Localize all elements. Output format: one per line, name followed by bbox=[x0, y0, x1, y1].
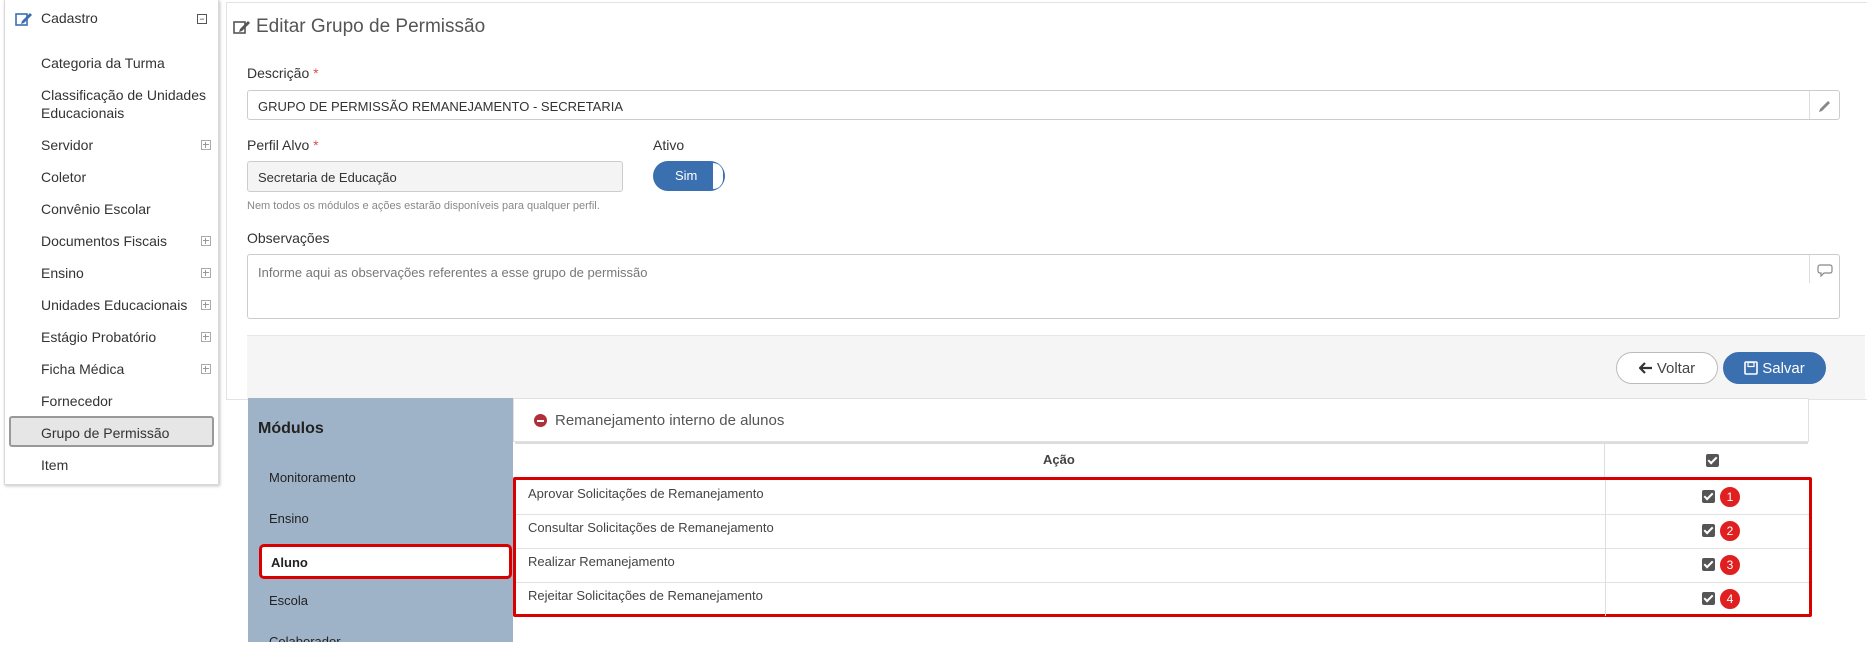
column-header-acao: Ação bbox=[1043, 452, 1075, 467]
step-badge: 1 bbox=[1719, 486, 1741, 508]
sidebar-item-grupo-de-permissao[interactable]: Grupo de Permissão bbox=[41, 424, 169, 442]
permission-section-title: Remanejamento interno de alunos bbox=[555, 412, 785, 429]
step-badge: 4 bbox=[1719, 588, 1741, 610]
required-mark: * bbox=[313, 137, 319, 153]
descricao-label-text: Descrição bbox=[247, 65, 310, 81]
column-divider bbox=[1605, 548, 1606, 582]
ativo-label: Ativo bbox=[653, 137, 685, 153]
permission-section-header[interactable]: Remanejamento interno de alunos bbox=[513, 398, 1809, 442]
permission-rows-highlight: Aprovar Solicitações de Remanejamento 1 … bbox=[513, 477, 1812, 617]
save-icon bbox=[1744, 361, 1759, 375]
module-item-monitoramento[interactable]: Monitoramento bbox=[269, 470, 356, 485]
sidebar-item-classificacao-unidades[interactable]: Classificação de Unidades Educacionais bbox=[41, 86, 211, 122]
sidebar-item-ensino[interactable]: Ensino bbox=[41, 264, 84, 282]
ativo-toggle-label: Sim bbox=[675, 168, 698, 183]
ativo-toggle[interactable]: Sim bbox=[653, 161, 725, 191]
perfil-alvo-value: Secretaria de Educação bbox=[258, 170, 397, 185]
voltar-label: Voltar bbox=[1656, 359, 1696, 377]
sidebar-item-unidades-educacionais[interactable]: Unidades Educacionais bbox=[41, 296, 187, 314]
perfil-alvo-label: Perfil Alvo * bbox=[247, 137, 319, 153]
minus-circle-icon[interactable] bbox=[534, 414, 547, 427]
required-mark: * bbox=[313, 65, 319, 81]
salvar-label: Salvar bbox=[1762, 359, 1805, 377]
sidebar-item-servidor[interactable]: Servidor bbox=[41, 136, 93, 154]
collapse-icon[interactable]: − bbox=[197, 14, 207, 24]
column-divider bbox=[1605, 514, 1606, 548]
voltar-button[interactable]: Voltar bbox=[1616, 352, 1718, 384]
row-checkbox[interactable] bbox=[1702, 558, 1715, 571]
descricao-value: GRUPO DE PERMISSÃO REMANEJAMENTO - SECRE… bbox=[258, 99, 624, 114]
sidebar-item-convenio-escolar[interactable]: Convênio Escolar bbox=[41, 200, 151, 218]
select-all-checkbox[interactable] bbox=[1706, 454, 1719, 467]
expand-icon[interactable] bbox=[201, 300, 211, 310]
column-divider bbox=[1604, 444, 1605, 478]
sidebar-item-item[interactable]: Item bbox=[41, 456, 68, 474]
sidebar-item-documentos-fiscais[interactable]: Documentos Fiscais bbox=[41, 232, 167, 250]
sidebar-item-fornecedor[interactable]: Fornecedor bbox=[41, 392, 113, 410]
edit-icon bbox=[15, 13, 32, 26]
sidebar-item-coletor[interactable]: Coletor bbox=[41, 168, 86, 186]
toggle-knob bbox=[713, 163, 723, 189]
page-title-text: Editar Grupo de Permissão bbox=[256, 16, 486, 37]
sidebar: Cadastro − Categoria da Turma Classifica… bbox=[4, 0, 219, 485]
salvar-button[interactable]: Salvar bbox=[1723, 352, 1826, 384]
table-row: Consultar Solicitações de Remanejamento … bbox=[516, 514, 1809, 549]
perfil-alvo-field[interactable]: Secretaria de Educação bbox=[247, 161, 623, 192]
perfil-alvo-label-text: Perfil Alvo bbox=[247, 137, 310, 153]
row-checkbox[interactable] bbox=[1702, 490, 1715, 503]
observacoes-label: Observações bbox=[247, 230, 330, 246]
page-title: Editar Grupo de Permissão bbox=[233, 16, 485, 38]
sidebar-header-label: Cadastro bbox=[41, 10, 98, 26]
row-label: Rejeitar Solicitações de Remanejamento bbox=[528, 588, 763, 603]
table-header: Ação bbox=[515, 442, 1808, 479]
perfil-alvo-hint: Nem todos os módulos e ações estarão dis… bbox=[247, 200, 600, 212]
module-item-escola[interactable]: Escola bbox=[269, 593, 308, 608]
edit-icon bbox=[233, 21, 250, 34]
column-divider bbox=[1605, 582, 1606, 616]
row-label: Realizar Remanejamento bbox=[528, 554, 675, 569]
module-item-ensino[interactable]: Ensino bbox=[269, 511, 309, 526]
expand-icon[interactable] bbox=[201, 268, 211, 278]
arrow-left-icon bbox=[1638, 362, 1652, 374]
step-badge: 2 bbox=[1719, 520, 1741, 542]
descricao-field[interactable]: GRUPO DE PERMISSÃO REMANEJAMENTO - SECRE… bbox=[247, 90, 1840, 120]
row-label: Consultar Solicitações de Remanejamento bbox=[528, 520, 774, 535]
sidebar-item-ficha-medica[interactable]: Ficha Médica bbox=[41, 360, 124, 378]
row-label: Aprovar Solicitações de Remanejamento bbox=[528, 486, 764, 501]
expand-icon[interactable] bbox=[201, 236, 211, 246]
table-row: Aprovar Solicitações de Remanejamento 1 bbox=[516, 480, 1809, 515]
descricao-label: Descrição * bbox=[247, 65, 319, 81]
modules-panel: Módulos Monitoramento Ensino Escola Cola… bbox=[248, 398, 513, 642]
observacoes-textarea[interactable]: Informe aqui as observações referentes a… bbox=[247, 254, 1840, 319]
observacoes-placeholder: Informe aqui as observações referentes a… bbox=[258, 265, 648, 280]
expand-icon[interactable] bbox=[201, 364, 211, 374]
module-item-aluno[interactable]: Aluno bbox=[259, 544, 512, 579]
sidebar-item-estagio-probatorio[interactable]: Estágio Probatório bbox=[41, 328, 156, 346]
sidebar-item-categoria-da-turma[interactable]: Categoria da Turma bbox=[41, 54, 165, 72]
pencil-icon bbox=[1809, 91, 1839, 119]
expand-icon[interactable] bbox=[201, 332, 211, 342]
module-item-colaborador[interactable]: Colaborador bbox=[269, 634, 341, 642]
column-divider bbox=[1605, 480, 1606, 514]
sidebar-header-cadastro[interactable]: Cadastro − bbox=[5, 6, 218, 32]
expand-icon[interactable] bbox=[201, 140, 211, 150]
table-row: Rejeitar Solicitações de Remanejamento 4 bbox=[516, 582, 1809, 616]
module-item-aluno-label: Aluno bbox=[271, 555, 308, 570]
step-badge: 3 bbox=[1719, 554, 1741, 576]
modules-title: Módulos bbox=[258, 420, 324, 437]
comment-icon bbox=[1809, 255, 1839, 283]
table-row: Realizar Remanejamento 3 bbox=[516, 548, 1809, 583]
row-checkbox[interactable] bbox=[1702, 524, 1715, 537]
row-checkbox[interactable] bbox=[1702, 592, 1715, 605]
